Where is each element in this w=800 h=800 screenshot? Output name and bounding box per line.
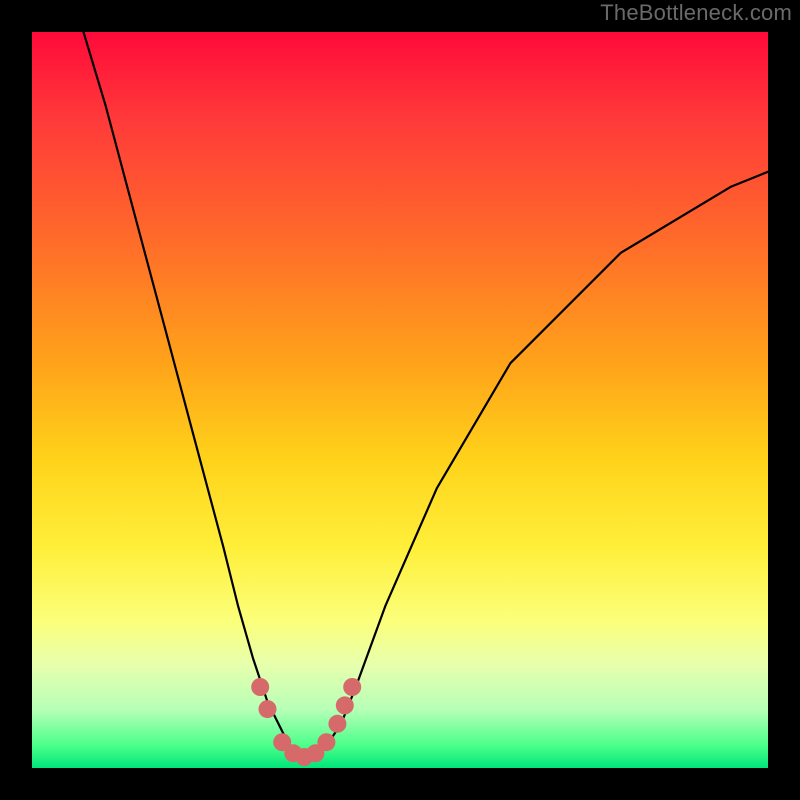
marker-dot [336,696,354,714]
chart-frame: TheBottleneck.com [0,0,800,800]
plot-area [32,32,768,768]
bottleneck-curve [84,32,769,757]
marker-dot [343,678,361,696]
chart-svg [32,32,768,768]
marker-dots [251,678,361,766]
marker-dot [251,678,269,696]
marker-dot [317,733,335,751]
watermark-label: TheBottleneck.com [600,0,792,26]
marker-dot [328,715,346,733]
marker-dot [259,700,277,718]
curve-path [84,32,769,757]
